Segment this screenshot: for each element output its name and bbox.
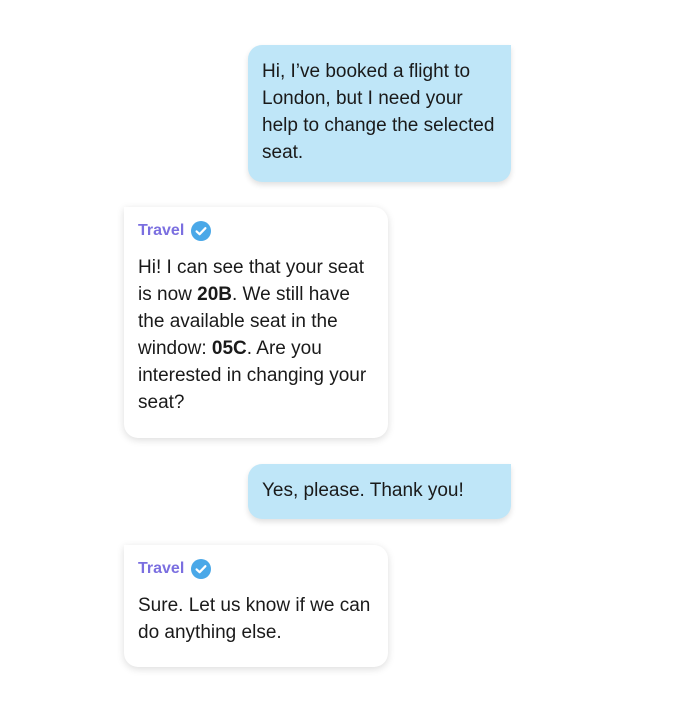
bot-message-bubble: Travel Sure. Let us know if we can do an…: [124, 545, 388, 667]
user-message-bubble: Yes, please. Thank you!: [248, 464, 511, 519]
sender-name: Travel: [138, 560, 185, 577]
sender-header: Travel: [138, 221, 374, 241]
verified-check-icon: [191, 559, 212, 579]
current-seat-number: 20B: [197, 284, 232, 305]
bot-message-bubble: Travel Hi! I can see that your seat is n…: [124, 207, 388, 438]
message-text: Hi, I’ve booked a flight to London, but …: [262, 61, 495, 163]
user-message-bubble: Hi, I’ve booked a flight to London, but …: [248, 45, 511, 182]
sender-header: Travel: [138, 559, 374, 579]
sender-name: Travel: [138, 222, 185, 239]
message-text: Sure. Let us know if we can do anything …: [138, 595, 371, 643]
message-text: Yes, please. Thank you!: [262, 480, 464, 501]
available-seat-number: 05C: [211, 338, 247, 359]
message-text: Hi! I can see that your seat is now 20B.…: [138, 254, 374, 416]
verified-check-icon: [191, 221, 212, 241]
